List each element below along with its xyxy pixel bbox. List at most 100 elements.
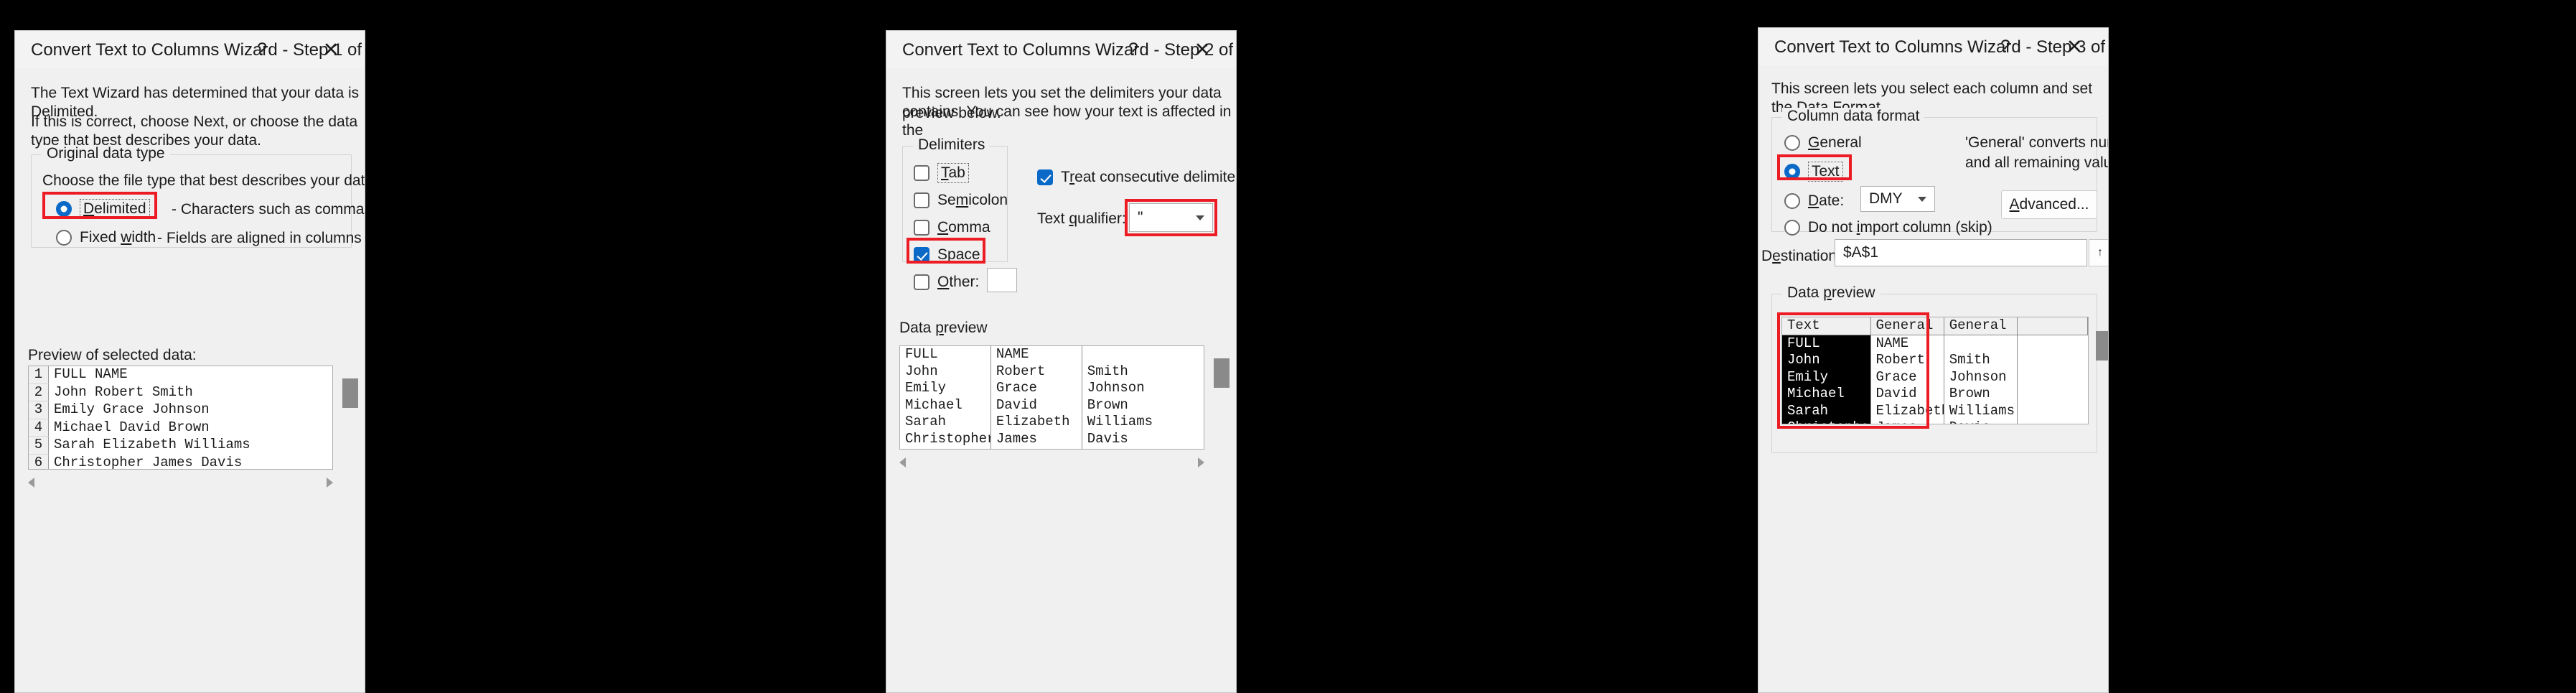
help-icon[interactable]: ?: [1989, 34, 2022, 60]
step3-preview-panel[interactable]: TextGeneralGeneralFULL John Emily Michae…: [1781, 317, 2089, 424]
preview-row: 6Christopher James Davis: [29, 455, 332, 470]
radio-date[interactable]: Date:: [1784, 192, 1844, 210]
checkbox-space[interactable]: Space: [914, 246, 980, 264]
radio-general-label: General: [1808, 134, 1862, 152]
destination-label: Destination:: [1761, 248, 1841, 265]
preview-column-header[interactable]: General: [1871, 317, 1944, 335]
radio-general[interactable]: General: [1784, 134, 1862, 152]
preview-row: 4Michael David Brown: [29, 419, 332, 437]
preview-column-selected[interactable]: FULL John Emily Michael Sarah Christophe…: [1782, 335, 1871, 425]
radio-date-dot: [1784, 193, 1800, 209]
step2-preview-grid: FULL John Emily Michael Sarah Christophe…: [900, 346, 1204, 449]
step3-vertical-scroll-thumb[interactable]: [2096, 331, 2109, 361]
advanced-button-label: Advanced...: [2010, 196, 2089, 213]
preview-column[interactable]: FULL John Emily Michael Sarah Christophe…: [900, 346, 991, 449]
radio-date-label: Date:: [1808, 192, 1844, 210]
date-format-value: DMY: [1861, 190, 1910, 208]
preview-column[interactable]: NAME Robert Grace David Elizabeth James …: [991, 346, 1082, 449]
column-data-format-label: Column data format: [1782, 108, 1924, 125]
preview-row-text: Sarah Elizabeth Williams: [49, 437, 250, 455]
help-icon[interactable]: ?: [245, 37, 278, 62]
step1-horizontal-scrollbar[interactable]: [28, 474, 333, 491]
radio-delimited-desc: - Characters such as commas or tabs sepa…: [172, 201, 365, 218]
step1-preview-panel[interactable]: 1FULL NAME2John Robert Smith3Emily Grace…: [28, 366, 333, 470]
preview-column-header[interactable]: [2018, 317, 2088, 335]
step3-titlebar: Convert Text to Columns Wizard - Step 3 …: [1758, 28, 2108, 65]
checkbox-comma[interactable]: Comma: [914, 219, 990, 236]
preview-row-text: Emily Grace Johnson: [49, 401, 210, 419]
step2-vertical-scroll-thumb[interactable]: [1214, 358, 1230, 388]
scroll-right-icon[interactable]: [1198, 457, 1204, 468]
preview-row-text: John Robert Smith: [49, 384, 193, 402]
checkbox-treat-consecutive-label: Treat consecutive delimiters as one: [1061, 169, 1237, 186]
step2-preview-label: Data preview: [899, 320, 988, 337]
scroll-left-icon[interactable]: [28, 478, 34, 488]
choose-file-type-label: Choose the file type that best describes…: [42, 172, 365, 190]
checkbox-tab[interactable]: Tab: [914, 164, 969, 182]
step1-preview-label: Preview of selected data:: [28, 347, 197, 364]
collapse-dialog-button[interactable]: ↑: [2089, 239, 2109, 266]
checkbox-tab-label: Tab: [937, 163, 969, 183]
preview-row-number: 2: [29, 384, 49, 402]
step1-vertical-scroll-thumb[interactable]: [342, 378, 358, 408]
close-icon[interactable]: ✕: [2058, 34, 2091, 60]
preview-column[interactable]: Smith Johnson Brown Williams Davis Taylo…: [1082, 346, 1204, 449]
destination-input[interactable]: $A$1: [1835, 239, 2087, 266]
preview-column-header[interactable]: General: [1944, 317, 2018, 335]
preview-row: 3Emily Grace Johnson: [29, 401, 332, 419]
screenshot-stage: Convert Text to Columns Wizard - Step 1 …: [0, 0, 2576, 693]
step3-preview-label: Data preview: [1782, 284, 1881, 302]
delimiters-label: Delimiters: [913, 136, 990, 154]
preview-column[interactable]: [2018, 335, 2088, 425]
radio-fixed-width-dot: [56, 230, 72, 246]
general-desc-line1: 'General' converts numeric values to num…: [1965, 134, 2109, 152]
date-format-combo[interactable]: DMY: [1860, 186, 1935, 212]
radio-text[interactable]: Text: [1784, 163, 1843, 180]
radio-text-dot: [1784, 164, 1800, 180]
radio-delimited-label: Delimited: [80, 199, 150, 219]
checkbox-other-box: [914, 274, 929, 290]
step2-horizontal-scrollbar[interactable]: [899, 454, 1204, 471]
other-delimiter-input[interactable]: [987, 268, 1017, 292]
radio-fixed-width-label: Fixed width: [80, 229, 156, 246]
text-qualifier-combo[interactable]: ": [1129, 203, 1213, 232]
step3-preview-grid: TextGeneralGeneralFULL John Emily Michae…: [1782, 317, 2088, 424]
preview-row-number: 6: [29, 455, 49, 470]
preview-row-number: 1: [29, 366, 49, 384]
radio-text-label: Text: [1808, 162, 1843, 182]
radio-do-not-import[interactable]: Do not import column (skip): [1784, 219, 1992, 236]
preview-body: FULL John Emily Michael Sarah Christophe…: [1782, 335, 2088, 425]
step2-preview-panel[interactable]: FULL John Emily Michael Sarah Christophe…: [899, 345, 1204, 450]
preview-row-text: Christopher James Davis: [49, 455, 242, 470]
scroll-right-icon[interactable]: [327, 478, 333, 488]
step2-intro-line2: preview below.: [902, 104, 1001, 123]
wizard-step1-dialog: Convert Text to Columns Wizard - Step 1 …: [14, 30, 365, 693]
checkbox-other[interactable]: Other:: [914, 274, 979, 291]
radio-do-not-import-dot: [1784, 220, 1800, 236]
checkbox-space-label: Space: [937, 246, 980, 264]
radio-delimited-dot: [56, 201, 72, 217]
scroll-left-icon[interactable]: [899, 457, 906, 468]
chevron-down-icon[interactable]: [1188, 215, 1212, 220]
step2-titlebar: Convert Text to Columns Wizard - Step 2 …: [886, 31, 1236, 68]
preview-column-header[interactable]: Text: [1782, 317, 1871, 335]
checkbox-space-box: [914, 247, 929, 263]
wizard-step3-dialog: Convert Text to Columns Wizard - Step 3 …: [1758, 27, 2109, 693]
step1-titlebar: Convert Text to Columns Wizard - Step 1 …: [15, 31, 365, 68]
text-qualifier-value: ": [1130, 209, 1188, 226]
chevron-down-icon[interactable]: [1910, 197, 1934, 202]
checkbox-treat-consecutive[interactable]: Treat consecutive delimiters as one: [1037, 169, 1237, 186]
advanced-button[interactable]: Advanced...: [2001, 190, 2097, 219]
radio-delimited[interactable]: Delimited: [56, 200, 150, 218]
preview-row: 2John Robert Smith: [29, 384, 332, 402]
close-icon[interactable]: ✕: [1186, 37, 1219, 62]
radio-fixed-width[interactable]: Fixed width: [56, 229, 156, 246]
preview-column[interactable]: NAME Robert Grace David Elizabeth James …: [1871, 335, 1944, 425]
checkbox-treat-consecutive-box: [1037, 169, 1053, 185]
close-icon[interactable]: ✕: [314, 37, 347, 62]
radio-fixed-width-desc: - Fields are aligned in columns with spa…: [157, 230, 365, 247]
preview-column[interactable]: Smith Johnson Brown Williams Davis Taylo…: [1944, 335, 2018, 425]
collapse-up-icon: ↑: [2097, 246, 2103, 259]
checkbox-semicolon[interactable]: Semicolon: [914, 192, 1008, 209]
help-icon[interactable]: ?: [1117, 37, 1150, 62]
